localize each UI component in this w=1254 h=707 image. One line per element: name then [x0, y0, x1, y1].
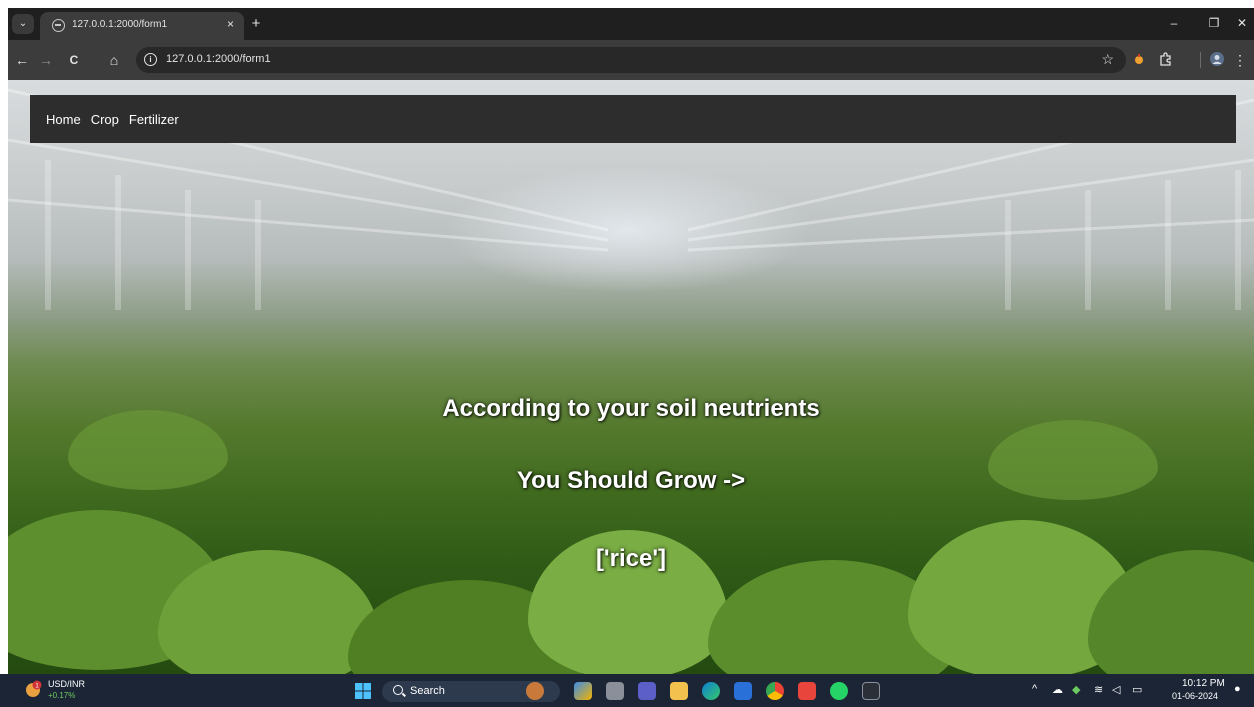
- site-info-icon[interactable]: i: [144, 53, 157, 66]
- os-taskbar: 1 USD/INR +0.17% Search ^ ☁ ◆ ≋ ◁ ▭ 10:1…: [0, 674, 1254, 707]
- nav-link-home[interactable]: Home: [46, 112, 81, 127]
- extension-icon[interactable]: [1132, 52, 1146, 66]
- profile-avatar[interactable]: [1210, 52, 1224, 66]
- file-explorer-icon[interactable]: [606, 682, 624, 700]
- store-icon[interactable]: [734, 682, 752, 700]
- terminal-icon[interactable]: [862, 682, 880, 700]
- clock-date[interactable]: 01-06-2024: [1172, 691, 1218, 701]
- photos-app-icon[interactable]: [574, 682, 592, 700]
- toolbar-divider: [1200, 52, 1201, 68]
- security-icon[interactable]: ◆: [1072, 683, 1080, 696]
- new-tab-button[interactable]: +: [246, 14, 266, 34]
- edge-icon[interactable]: [702, 682, 720, 700]
- back-button[interactable]: ←: [12, 50, 32, 70]
- widget-app-icon[interactable]: [526, 682, 544, 700]
- page-viewport: Home Crop Fertilizer According to your s…: [8, 80, 1254, 674]
- ticker-label[interactable]: USD/INR: [48, 679, 85, 689]
- windows-start-icon[interactable]: [354, 682, 372, 700]
- url-text[interactable]: 127.0.0.1:2000/form1: [166, 53, 271, 65]
- chrome-icon[interactable]: [766, 682, 784, 700]
- predicted-crop: ['rice']: [595, 545, 667, 572]
- close-window-button[interactable]: ✕: [1232, 16, 1252, 30]
- result-heading: According to your soil neutrients: [442, 395, 820, 422]
- tab-title: 127.0.0.1:2000/form1: [72, 19, 168, 30]
- globe-icon: [52, 19, 65, 32]
- battery-icon[interactable]: ▭: [1132, 683, 1142, 696]
- volume-icon[interactable]: ◁: [1112, 683, 1120, 696]
- screen: ⌄ 127.0.0.1:2000/form1 × + – ❐ ✕ ← → C ⌂…: [0, 0, 1254, 707]
- whatsapp-icon[interactable]: [830, 682, 848, 700]
- site-navbar: Home Crop Fertilizer: [30, 95, 1236, 143]
- nav-link-fertilizer[interactable]: Fertilizer: [129, 112, 179, 127]
- tab-close-icon[interactable]: ×: [227, 17, 234, 31]
- address-bar[interactable]: i 127.0.0.1:2000/form1 ☆: [136, 47, 1126, 73]
- minimize-button[interactable]: –: [1164, 16, 1184, 30]
- office-icon[interactable]: [798, 682, 816, 700]
- reload-button[interactable]: C: [64, 50, 84, 70]
- clock-time[interactable]: 10:12 PM: [1182, 678, 1225, 689]
- ticker-change: +0.17%: [48, 691, 76, 700]
- search-icon: [393, 685, 403, 695]
- onedrive-icon[interactable]: ☁: [1052, 683, 1063, 696]
- home-button[interactable]: ⌂: [104, 50, 124, 70]
- search-placeholder: Search: [410, 685, 445, 697]
- bookmark-star-icon[interactable]: ☆: [1101, 51, 1114, 68]
- result-subheading: You Should Grow ->: [516, 467, 746, 494]
- browser-menu-icon[interactable]: ⋮: [1230, 50, 1250, 70]
- tab-strip: ⌄ 127.0.0.1:2000/form1 × + – ❐ ✕: [8, 8, 1254, 40]
- extensions-puzzle-icon[interactable]: [1158, 52, 1172, 66]
- browser-toolbar: ← → C ⌂ i 127.0.0.1:2000/form1 ☆ ⋮: [8, 40, 1254, 80]
- forward-button[interactable]: →: [36, 50, 56, 70]
- notification-bell-icon[interactable]: ●: [1234, 683, 1241, 695]
- tray-overflow-icon[interactable]: ^: [1032, 683, 1037, 695]
- stock-ticker-icon[interactable]: 1: [24, 680, 42, 698]
- tab-search-chevron-icon[interactable]: ⌄: [12, 14, 34, 34]
- restore-button[interactable]: ❐: [1204, 16, 1224, 30]
- wifi-icon[interactable]: ≋: [1094, 683, 1103, 696]
- nav-link-crop[interactable]: Crop: [91, 112, 119, 127]
- teams-icon[interactable]: [638, 682, 656, 700]
- browser-tab[interactable]: 127.0.0.1:2000/form1 ×: [40, 12, 244, 40]
- folder-icon[interactable]: [670, 682, 688, 700]
